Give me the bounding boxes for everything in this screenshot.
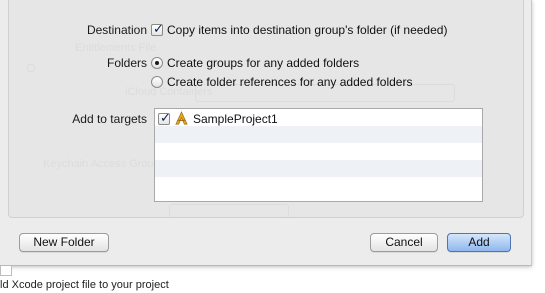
create-groups-label: Create groups for any added folders — [167, 56, 360, 70]
target-label: SampleProject1 — [193, 111, 278, 126]
app-target-icon — [175, 111, 188, 125]
create-references-option[interactable]: Create folder references for any added f… — [151, 75, 412, 89]
list-stripe — [155, 143, 482, 160]
ghost-text-keychain: Keychain Access Groups — [43, 158, 166, 170]
copy-items-checkbox[interactable]: ✓ — [151, 21, 164, 36]
copy-items-option[interactable]: ✓ Copy items into destination group's fo… — [151, 21, 448, 37]
options-panel: Entitlements File iCloud Containers Keyc… — [8, 0, 524, 218]
window-edge — [0, 266, 12, 276]
folders-label: Folders — [106, 56, 147, 70]
list-stripe — [155, 160, 482, 177]
add-to-targets-label: Add to targets — [72, 112, 147, 126]
create-groups-option[interactable]: Create groups for any added folders — [151, 56, 359, 70]
copy-items-label: Copy items into destination group's fold… — [167, 23, 448, 37]
list-stripe — [155, 126, 482, 143]
target-row-sampleproject1[interactable]: ✓ SampleProject1 — [158, 110, 278, 126]
target-checkbox[interactable]: ✓ — [158, 110, 171, 125]
ghost-text-entitlements: Entitlements File — [75, 42, 157, 54]
ghost-stepper — [169, 204, 289, 217]
create-references-radio[interactable] — [151, 76, 163, 88]
targets-list[interactable]: ✓ SampleProject1 — [154, 108, 483, 202]
new-folder-button[interactable]: New Folder — [19, 233, 109, 252]
create-groups-radio[interactable] — [151, 57, 163, 69]
create-references-label: Create folder references for any added f… — [167, 75, 413, 89]
caption-text: ld Xcode project file to your project — [0, 279, 169, 291]
add-button[interactable]: Add — [447, 233, 511, 252]
destination-label: Destination — [86, 23, 147, 37]
cancel-button[interactable]: Cancel — [370, 233, 438, 252]
list-stripe — [155, 177, 482, 194]
add-files-sheet: Entitlements File iCloud Containers Keyc… — [0, 0, 532, 266]
